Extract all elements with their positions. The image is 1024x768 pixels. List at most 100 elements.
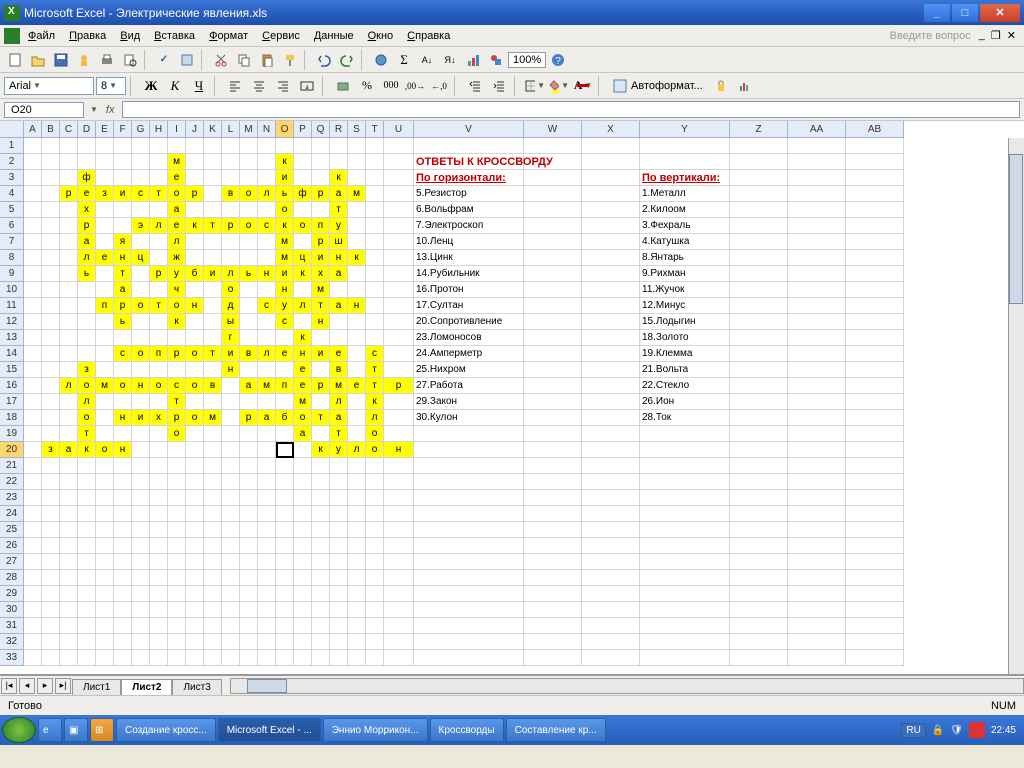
row-header-24[interactable]: 24	[0, 506, 24, 522]
cell-D13[interactable]	[78, 330, 96, 346]
cell-R3[interactable]: к	[330, 170, 348, 186]
cell-C7[interactable]	[60, 234, 78, 250]
cell-P8[interactable]: ц	[294, 250, 312, 266]
row-header-14[interactable]: 14	[0, 346, 24, 362]
cell-T12[interactable]	[366, 314, 384, 330]
column-header-Q[interactable]: Q	[312, 121, 330, 138]
row-header-13[interactable]: 13	[0, 330, 24, 346]
cell-V29[interactable]	[414, 586, 524, 602]
cell-I31[interactable]	[168, 618, 186, 634]
cell-K27[interactable]	[204, 554, 222, 570]
cell-S29[interactable]	[348, 586, 366, 602]
cell-I3[interactable]: е	[168, 170, 186, 186]
cell-U12[interactable]	[384, 314, 414, 330]
row-header-8[interactable]: 8	[0, 250, 24, 266]
cell-AA20[interactable]	[788, 442, 846, 458]
cell-M22[interactable]	[240, 474, 258, 490]
row-header-32[interactable]: 32	[0, 634, 24, 650]
cell-T32[interactable]	[366, 634, 384, 650]
cell-C25[interactable]	[60, 522, 78, 538]
cell-T28[interactable]	[366, 570, 384, 586]
cell-Y8[interactable]: 8.Янтарь	[640, 250, 730, 266]
cell-J26[interactable]	[186, 538, 204, 554]
cell-L23[interactable]	[222, 490, 240, 506]
cell-J13[interactable]	[186, 330, 204, 346]
cell-Z10[interactable]	[730, 282, 788, 298]
cell-D16[interactable]: о	[78, 378, 96, 394]
cell-AA31[interactable]	[788, 618, 846, 634]
cell-G28[interactable]	[132, 570, 150, 586]
cell-D12[interactable]	[78, 314, 96, 330]
cell-Y28[interactable]	[640, 570, 730, 586]
row-header-10[interactable]: 10	[0, 282, 24, 298]
cell-T10[interactable]	[366, 282, 384, 298]
cell-B3[interactable]	[42, 170, 60, 186]
cell-B21[interactable]	[42, 458, 60, 474]
cell-N19[interactable]	[258, 426, 276, 442]
cell-U26[interactable]	[384, 538, 414, 554]
cell-G20[interactable]	[132, 442, 150, 458]
lock-button[interactable]	[710, 76, 732, 96]
cell-C21[interactable]	[60, 458, 78, 474]
cell-G11[interactable]: о	[132, 298, 150, 314]
cell-AB12[interactable]	[846, 314, 904, 330]
cell-B31[interactable]	[42, 618, 60, 634]
cell-AB24[interactable]	[846, 506, 904, 522]
cell-I26[interactable]	[168, 538, 186, 554]
cell-AA18[interactable]	[788, 410, 846, 426]
cell-V5[interactable]: 6.Вольфрам	[414, 202, 524, 218]
column-header-M[interactable]: M	[240, 121, 258, 138]
cell-AB19[interactable]	[846, 426, 904, 442]
cell-K5[interactable]	[204, 202, 222, 218]
cell-F32[interactable]	[114, 634, 132, 650]
cell-G15[interactable]	[132, 362, 150, 378]
cell-X5[interactable]	[582, 202, 640, 218]
sort-desc-button[interactable]: Я↓	[439, 49, 461, 71]
cell-O32[interactable]	[276, 634, 294, 650]
cell-C1[interactable]	[60, 138, 78, 154]
cell-M1[interactable]	[240, 138, 258, 154]
cell-X15[interactable]	[582, 362, 640, 378]
cell-Z22[interactable]	[730, 474, 788, 490]
cell-O14[interactable]: е	[276, 346, 294, 362]
cell-E30[interactable]	[96, 602, 114, 618]
cell-D33[interactable]	[78, 650, 96, 666]
cell-L14[interactable]: и	[222, 346, 240, 362]
cell-C15[interactable]	[60, 362, 78, 378]
maximize-button[interactable]: □	[952, 4, 978, 22]
cell-AA11[interactable]	[788, 298, 846, 314]
cell-L1[interactable]	[222, 138, 240, 154]
cell-H3[interactable]	[150, 170, 168, 186]
cell-P32[interactable]	[294, 634, 312, 650]
cell-AA28[interactable]	[788, 570, 846, 586]
cell-V15[interactable]: 25.Нихром	[414, 362, 524, 378]
cell-N20[interactable]	[258, 442, 276, 458]
cell-W24[interactable]	[524, 506, 582, 522]
cell-I10[interactable]: ч	[168, 282, 186, 298]
cell-K25[interactable]	[204, 522, 222, 538]
cell-I23[interactable]	[168, 490, 186, 506]
cell-J7[interactable]	[186, 234, 204, 250]
cell-N4[interactable]: л	[258, 186, 276, 202]
cell-K15[interactable]	[204, 362, 222, 378]
cell-B7[interactable]	[42, 234, 60, 250]
cell-K31[interactable]	[204, 618, 222, 634]
align-left-button[interactable]	[224, 76, 246, 96]
cell-J18[interactable]: о	[186, 410, 204, 426]
cell-H26[interactable]	[150, 538, 168, 554]
cell-B20[interactable]: з	[42, 442, 60, 458]
cell-O7[interactable]: м	[276, 234, 294, 250]
cell-M17[interactable]	[240, 394, 258, 410]
cell-P21[interactable]	[294, 458, 312, 474]
cell-K19[interactable]	[204, 426, 222, 442]
cell-Q4[interactable]: р	[312, 186, 330, 202]
cell-H14[interactable]: п	[150, 346, 168, 362]
cell-J17[interactable]	[186, 394, 204, 410]
cell-T27[interactable]	[366, 554, 384, 570]
cell-G2[interactable]	[132, 154, 150, 170]
cell-Q9[interactable]: х	[312, 266, 330, 282]
cell-I6[interactable]: е	[168, 218, 186, 234]
cell-H10[interactable]	[150, 282, 168, 298]
cell-E32[interactable]	[96, 634, 114, 650]
cell-D9[interactable]: ь	[78, 266, 96, 282]
